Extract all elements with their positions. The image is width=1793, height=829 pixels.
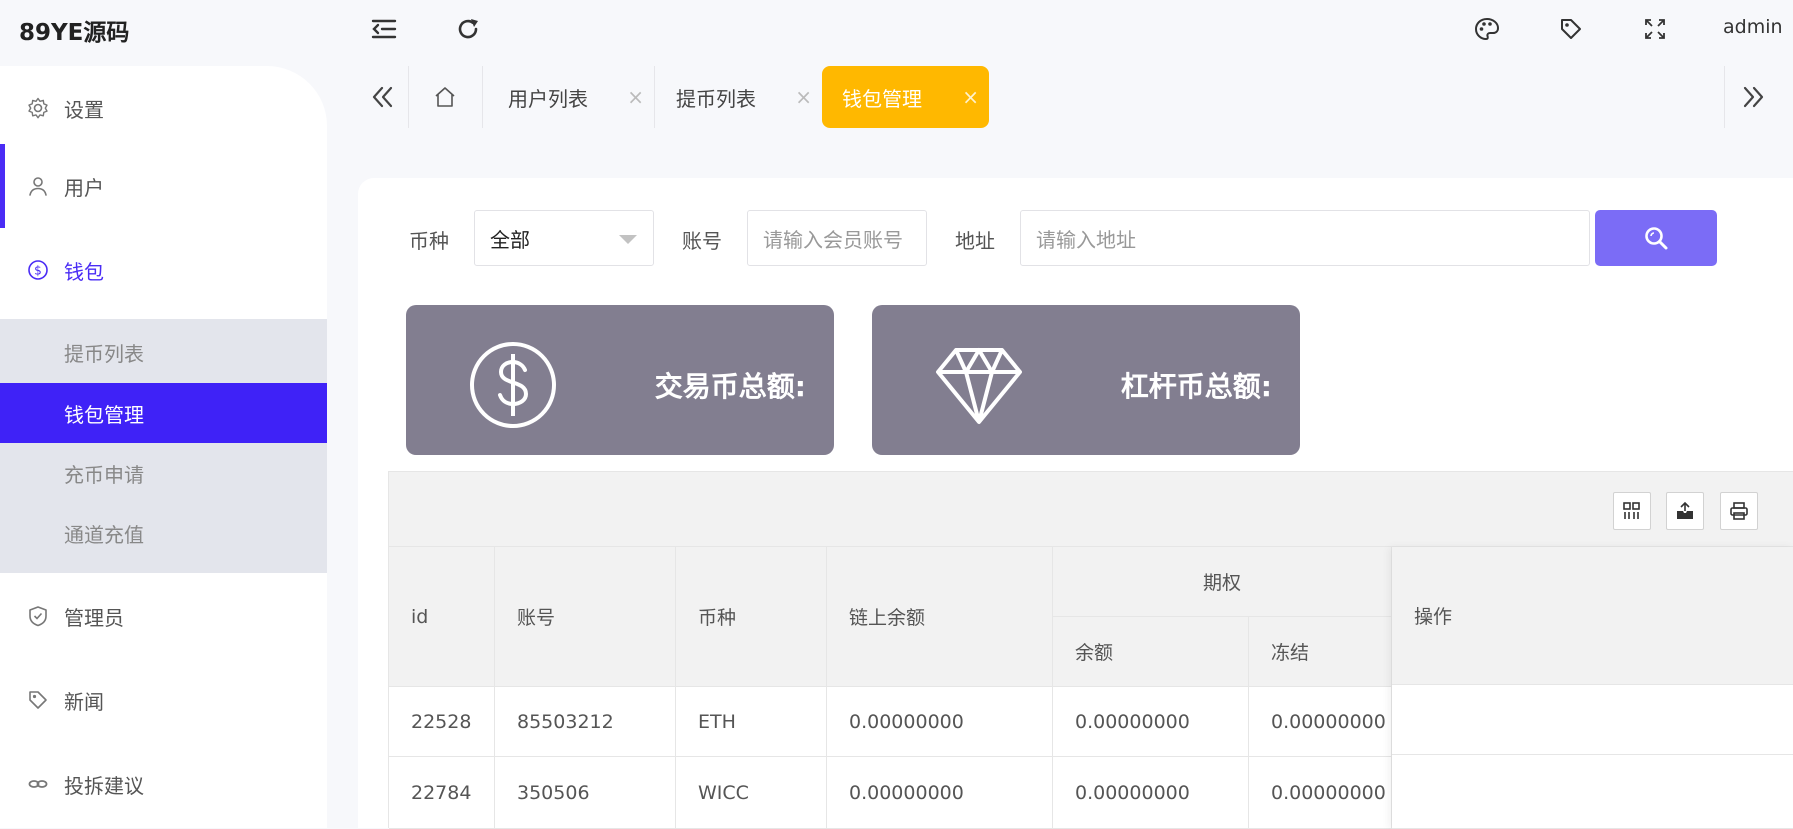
trade-coin-total-label: 交易币总额:	[654, 370, 806, 403]
column-header-frozen: 冻结	[1249, 617, 1392, 687]
tab-divider	[654, 66, 655, 128]
sidebar-item-label: 用户	[64, 175, 104, 200]
leverage-coin-total-card: 杠杆币总额:	[872, 305, 1300, 455]
sidebar-item-label: 投拆建议	[64, 773, 144, 798]
address-filter-label: 地址	[955, 229, 995, 253]
cell-id: 22528	[389, 687, 495, 757]
account-filter-label: 账号	[682, 229, 722, 253]
chevron-down-icon	[619, 235, 637, 244]
search-button[interactable]	[1595, 210, 1717, 266]
dollar-circle-icon: $	[26, 258, 50, 282]
top-header: 89YE源码 admin	[0, 0, 1793, 60]
theme-palette-icon[interactable]	[1472, 14, 1502, 44]
cell-action[interactable]	[1392, 755, 1793, 829]
fullscreen-icon[interactable]	[1640, 14, 1670, 44]
export-icon[interactable]	[1666, 492, 1704, 530]
sidebar-item-admin[interactable]: 管理员	[0, 574, 327, 658]
submenu-item-withdraw-list[interactable]: 提币列表	[0, 322, 327, 382]
sidebar-item-label: 钱包	[64, 259, 104, 284]
submenu-item-channel-recharge[interactable]: 通道充值	[0, 503, 327, 563]
sidebar-item-wallet[interactable]: $ 钱包	[0, 228, 327, 312]
svg-text:$: $	[34, 264, 42, 278]
columns-icon[interactable]	[1613, 492, 1651, 530]
tab-user-list[interactable]: 用户列表 ×	[488, 66, 654, 128]
sidebar-item-users[interactable]: 用户	[0, 144, 327, 228]
search-icon	[1645, 227, 1668, 250]
tab-label: 钱包管理	[842, 86, 922, 111]
column-header-chain-balance: 链上余额	[827, 547, 1053, 687]
tab-divider	[408, 66, 409, 128]
column-header-action: 操作	[1392, 547, 1793, 685]
user-menu[interactable]: admin	[1723, 16, 1793, 38]
refresh-icon[interactable]	[453, 14, 483, 44]
tag-icon	[26, 688, 50, 712]
menu-fold-icon[interactable]	[369, 14, 399, 44]
address-input[interactable]: 请输入地址	[1020, 210, 1590, 266]
cell-chain-balance: 0.00000000	[827, 687, 1053, 757]
close-icon[interactable]: ×	[962, 85, 979, 109]
cell-account: 85503212	[495, 687, 676, 757]
table-toolbar	[389, 472, 1793, 547]
sidebar-item-news[interactable]: 新闻	[0, 658, 327, 742]
account-input[interactable]: 请输入会员账号	[747, 210, 927, 266]
sidebar-item-feedback[interactable]: 投拆建议	[0, 742, 327, 826]
tag-icon[interactable]	[1556, 14, 1586, 44]
cell-action[interactable]	[1392, 685, 1793, 755]
account-input-placeholder: 请输入会员账号	[763, 227, 903, 252]
tabs-scroll-left-icon[interactable]	[358, 66, 408, 128]
sidebar: 设置 用户 $ 钱包 提币列表 钱包管理 充币申请 通道充值 管理员 新闻 投拆…	[0, 66, 327, 828]
wallet-submenu: 提币列表 钱包管理 充币申请 通道充值	[0, 319, 327, 573]
home-icon[interactable]	[416, 66, 474, 128]
trade-coin-total-card: 交易币总额:	[406, 305, 834, 455]
cell-account: 350506	[495, 757, 676, 829]
cell-balance: 0.00000000	[1053, 757, 1249, 829]
user-icon	[26, 174, 50, 198]
cell-chain-balance: 0.00000000	[827, 757, 1053, 829]
currency-select-value: 全部	[490, 227, 530, 252]
print-icon[interactable]	[1720, 492, 1758, 530]
column-header-id: id	[389, 547, 495, 687]
close-icon[interactable]: ×	[627, 85, 644, 109]
tab-divider	[482, 66, 483, 128]
tab-divider	[1724, 66, 1725, 128]
leverage-coin-total-label: 杠杆币总额:	[1120, 370, 1272, 403]
address-input-placeholder: 请输入地址	[1036, 227, 1136, 252]
wallet-table: id 账号 币种 链上余额 期权 余额 冻结 22528 85503212 ET…	[388, 471, 1793, 829]
column-header-currency: 币种	[676, 547, 827, 687]
link-icon	[26, 772, 50, 796]
tab-label: 提币列表	[676, 86, 756, 111]
currency-select[interactable]: 全部	[474, 210, 654, 266]
cell-id: 22784	[389, 757, 495, 829]
tab-bar: 用户列表 × 提币列表 × 钱包管理 ×	[358, 66, 1793, 128]
tab-withdraw-list[interactable]: 提币列表 ×	[656, 66, 822, 128]
tab-wallet-manage[interactable]: 钱包管理 ×	[822, 66, 989, 128]
diamond-icon	[936, 348, 1022, 424]
sidebar-item-settings[interactable]: 设置	[0, 66, 327, 150]
logo: 89YE源码	[19, 20, 130, 46]
column-group-options: 期权	[1053, 547, 1392, 617]
column-header-account: 账号	[495, 547, 676, 687]
column-header-balance: 余额	[1053, 617, 1249, 687]
shield-icon	[26, 604, 50, 628]
close-icon[interactable]: ×	[795, 85, 812, 109]
cell-frozen: 0.00000000	[1249, 757, 1392, 829]
submenu-item-wallet-manage[interactable]: 钱包管理	[0, 383, 327, 443]
cell-balance: 0.00000000	[1053, 687, 1249, 757]
currency-filter-label: 币种	[409, 229, 449, 253]
cell-currency: WICC	[676, 757, 827, 829]
cell-currency: ETH	[676, 687, 827, 757]
tab-label: 用户列表	[508, 86, 588, 111]
wallet-panel: 币种 全部 账号 请输入会员账号 地址 请输入地址 交易币总额: 杠杆币总额:	[358, 178, 1793, 829]
sidebar-item-label: 设置	[64, 97, 104, 122]
cell-frozen: 0.00000000	[1249, 687, 1392, 757]
sidebar-item-label: 新闻	[64, 689, 104, 714]
tabs-scroll-right-icon[interactable]	[1728, 66, 1778, 128]
sidebar-item-label: 管理员	[64, 605, 124, 630]
submenu-item-deposit-apply[interactable]: 充币申请	[0, 443, 327, 503]
dollar-circle-icon	[470, 342, 556, 428]
action-column: 操作	[1392, 547, 1793, 829]
gear-icon	[26, 96, 50, 120]
